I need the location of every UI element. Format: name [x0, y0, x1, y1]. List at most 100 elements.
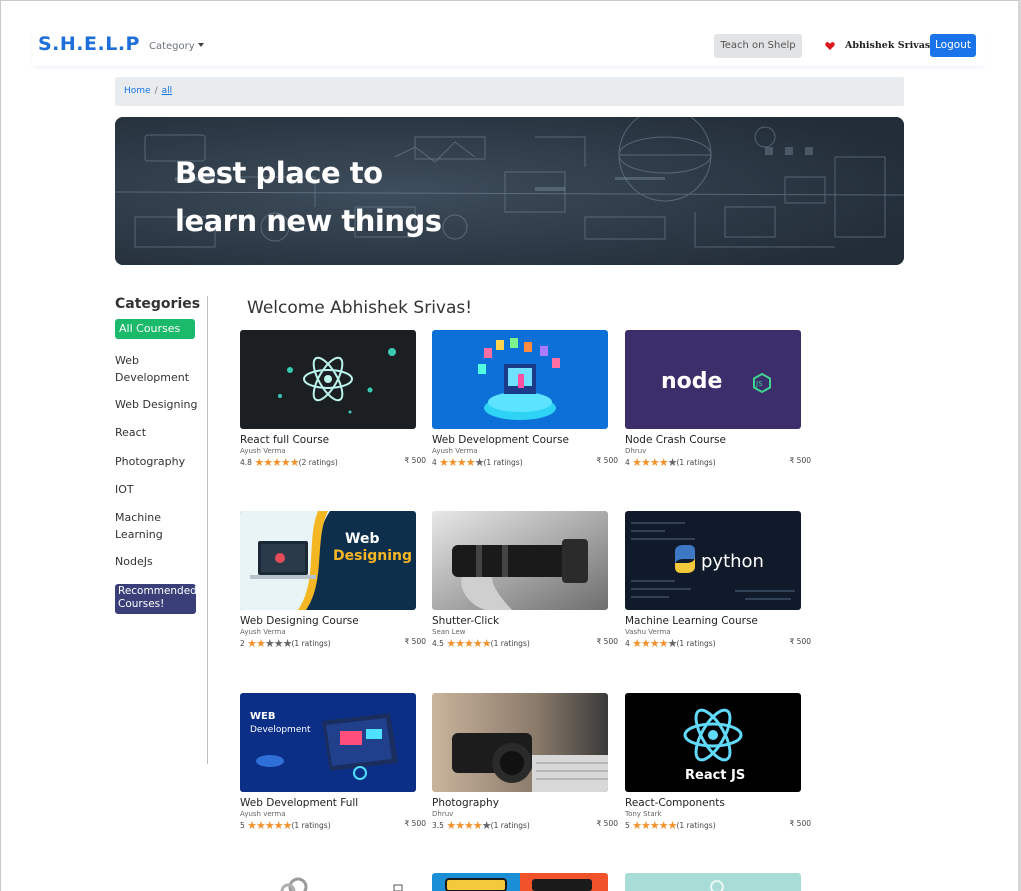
web-development-illustration-icon: [432, 330, 608, 429]
rating-value: 4.5: [432, 639, 444, 648]
sidebar-item-iot[interactable]: IOT: [115, 481, 205, 498]
rating-value: 3.5: [432, 821, 444, 830]
course-thumbnail[interactable]: [240, 330, 416, 429]
course-price: ₹ 500: [404, 637, 426, 646]
sidebar-item-all-courses[interactable]: All Courses: [115, 319, 195, 339]
web-designing-illustration-icon: Web Designing: [240, 511, 416, 610]
sidebar-divider: [207, 296, 208, 764]
course-price: ₹ 500: [789, 456, 811, 465]
course-author: Sean Lew: [432, 628, 466, 636]
course-card[interactable]: Web Development Course Ayush Verma 4 ★★★…: [432, 330, 618, 469]
star-rating-icon: ★★★★★: [439, 456, 484, 469]
course-rating: 2 ★★★★★(1 ratings): [240, 637, 331, 650]
course-card-partial[interactable]: [432, 873, 608, 891]
course-card[interactable]: WEB Development Web Development Full Ayu…: [240, 693, 426, 832]
course-thumbnail[interactable]: Web Designing: [240, 511, 416, 610]
course-thumbnail[interactable]: [432, 693, 608, 792]
course-title[interactable]: React-Components: [625, 797, 725, 809]
course-thumbnail[interactable]: React JS: [625, 693, 801, 792]
sidebar-item-web-designing[interactable]: Web Designing: [115, 396, 205, 413]
teach-on-shelp-button[interactable]: Teach on Shelp: [714, 34, 802, 58]
course-card-partial[interactable]: [240, 873, 416, 891]
star-rating-icon: ★★★★★: [632, 456, 677, 469]
course-author: Ayush verma: [240, 810, 286, 818]
course-rating: 5 ★★★★★(1 ratings): [625, 819, 716, 832]
course-author: Ayush Verma: [432, 447, 478, 455]
star-rating-icon: ★★★★★: [632, 819, 677, 832]
gears-thumbnail-icon: [240, 873, 416, 891]
course-card[interactable]: Photography Dhruv 3.5 ★★★★★(1 ratings) ₹…: [432, 693, 618, 832]
categories-heading: Categories: [115, 296, 201, 312]
svg-text:JS: JS: [755, 380, 763, 388]
course-price: ₹ 500: [596, 637, 618, 646]
rating-value: 4: [432, 458, 437, 467]
iot-thumbnail-icon: [625, 873, 801, 891]
thumb-text-web: WEB: [250, 711, 275, 722]
rating-count: (1 ratings): [490, 639, 530, 648]
course-title[interactable]: Shutter-Click: [432, 615, 499, 627]
course-card[interactable]: python Machine Learning Course Vashu Ver…: [625, 511, 811, 650]
rating-count: (1 ratings): [291, 639, 331, 648]
thumb-text: node: [661, 369, 722, 394]
rating-count: (1 ratings): [490, 821, 530, 830]
thumb-text: React JS: [685, 768, 745, 783]
course-rating: 4 ★★★★★(1 ratings): [432, 456, 523, 469]
course-rating: 4 ★★★★★(1 ratings): [625, 637, 716, 650]
hero-title: Best place to learn new things: [175, 149, 442, 245]
rating-value: 4.8: [240, 458, 252, 467]
course-card[interactable]: Web Designing Web Designing Course Ayush…: [240, 511, 426, 650]
course-thumbnail[interactable]: [432, 330, 608, 429]
sidebar-item-machine-learning[interactable]: Machine Learning: [115, 509, 205, 543]
logout-button[interactable]: Logout: [930, 34, 976, 57]
category-dropdown[interactable]: Category: [149, 41, 204, 52]
camera-photography-icon: [432, 693, 608, 792]
course-title[interactable]: Photography: [432, 797, 499, 809]
course-card-partial[interactable]: [625, 873, 801, 891]
sidebar-item-web-development[interactable]: Web Development: [115, 352, 205, 386]
react-js-logo-icon: React JS: [625, 693, 801, 792]
course-thumbnail[interactable]: WEB Development: [240, 693, 416, 792]
course-title[interactable]: React full Course: [240, 434, 329, 446]
course-title[interactable]: Web Designing Course: [240, 615, 359, 627]
category-dropdown-label: Category: [149, 41, 195, 52]
rating-value: 2: [240, 639, 245, 648]
course-card[interactable]: React JS React-Components Tony Stark 5 ★…: [625, 693, 811, 832]
brand-logo[interactable]: S.H.E.L.P: [38, 33, 140, 55]
sidebar-item-photography[interactable]: Photography: [115, 453, 205, 470]
python-logo-icon: python: [625, 511, 801, 610]
breadcrumb-home[interactable]: Home: [124, 86, 151, 96]
user-name[interactable]: Abhishek Srivas: [845, 40, 930, 51]
sidebar-item-nodejs[interactable]: NodeJs: [115, 553, 205, 570]
course-author: Dhruv: [625, 447, 647, 455]
course-card[interactable]: Shutter-Click Sean Lew 4.5 ★★★★★(1 ratin…: [432, 511, 618, 650]
course-title[interactable]: Node Crash Course: [625, 434, 726, 446]
nodejs-logo-icon: node JS: [625, 330, 801, 429]
breadcrumb-separator: /: [154, 86, 158, 96]
star-rating-icon: ★★★★★: [446, 819, 491, 832]
thumb-text: python: [701, 551, 764, 572]
course-price: ₹ 500: [596, 456, 618, 465]
course-price: ₹ 500: [789, 819, 811, 828]
course-title[interactable]: Machine Learning Course: [625, 615, 758, 627]
breadcrumb: Home / all: [115, 77, 904, 106]
course-card[interactable]: node JS Node Crash Course Dhruv 4 ★★★★★(…: [625, 330, 811, 469]
course-title[interactable]: Web Development Full: [240, 797, 358, 809]
course-title[interactable]: Web Development Course: [432, 434, 569, 446]
course-price: ₹ 500: [596, 819, 618, 828]
star-rating-icon: ★★★★★: [632, 637, 677, 650]
course-thumbnail[interactable]: python: [625, 511, 801, 610]
heart-icon[interactable]: [825, 41, 835, 51]
course-card[interactable]: React full Course Ayush Verma 4.8 ★★★★★(…: [240, 330, 426, 469]
rating-count: (2 ratings): [298, 458, 338, 467]
course-thumbnail[interactable]: [432, 511, 608, 610]
course-thumbnail[interactable]: node JS: [625, 330, 801, 429]
rating-value: 5: [240, 821, 245, 830]
sidebar-item-react[interactable]: React: [115, 424, 205, 441]
hero-title-line2: learn new things: [175, 204, 442, 238]
course-author: Ayush Verma: [240, 447, 286, 455]
course-author: Ayush Verma: [240, 628, 286, 636]
course-rating: 4.5 ★★★★★(1 ratings): [432, 637, 530, 650]
sidebar-item-recommended-courses[interactable]: Recommended Courses!: [115, 584, 197, 614]
navbar: S.H.E.L.P Category Teach on Shelp Abhish…: [32, 26, 986, 66]
breadcrumb-current[interactable]: all: [162, 86, 173, 96]
